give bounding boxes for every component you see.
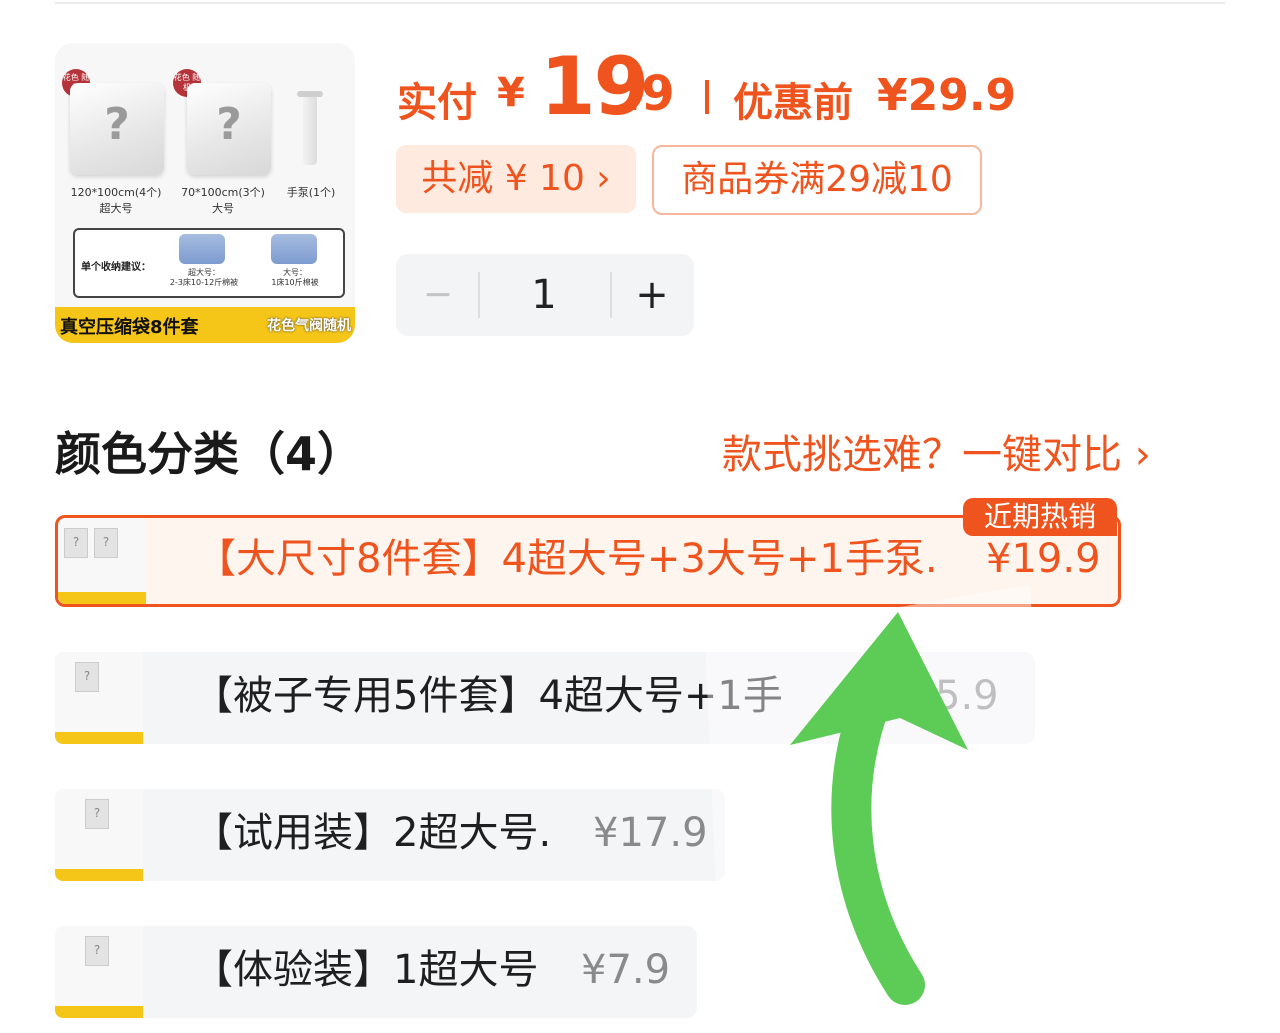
- storage-tip-box: 单个收纳建议： 超大号： 2-3床10-12斤棉被 大号： 1床10斤棉被: [73, 228, 345, 298]
- coupon-chip[interactable]: 商品券满29减10: [652, 145, 982, 215]
- stepper-divider: [478, 272, 480, 318]
- quilt-icon: [179, 234, 225, 264]
- product-image[interactable]: 花色 随机 花色 随机 ? ? 120*100cm(4个) 超大号 70*100…: [55, 43, 355, 343]
- option-thumbnail: ?: [55, 652, 143, 744]
- option-label: 【被子专用5件套】4超大号+1手: [193, 673, 783, 719]
- color-category-title: 颜色分类（4）: [55, 427, 364, 481]
- bag-icon: ?: [85, 799, 109, 829]
- decrease-button[interactable]: −: [414, 254, 462, 336]
- top-divider: [55, 2, 1225, 4]
- vacuum-bag-xl-image: ?: [70, 83, 164, 175]
- option-experience[interactable]: ? 【体验装】1超大号 ¥7.9: [55, 926, 697, 1018]
- original-price-label: 优惠前: [733, 80, 853, 126]
- quantity-stepper: − 1 +: [396, 254, 694, 336]
- pay-label: 实付: [397, 80, 477, 126]
- pay-price-decimal: .9: [623, 66, 675, 122]
- image-banner: 真空压缩袋8件套 花色气阀随机: [55, 307, 355, 343]
- total-discount-button[interactable]: 共减 ¥ 10 ›: [396, 145, 636, 213]
- hand-pump-image: [297, 91, 323, 165]
- banner-main-text: 真空压缩袋8件套: [60, 317, 199, 338]
- option-thumbnail: ? ?: [58, 518, 146, 604]
- option-trial[interactable]: ? 【试用装】2超大号. ¥17.9: [55, 789, 725, 881]
- option-label: 【体验装】1超大号: [193, 947, 539, 993]
- vacuum-bag-l-image: ?: [187, 83, 271, 175]
- option-price: 5.9: [935, 673, 999, 719]
- bag-icon: ?: [85, 936, 109, 966]
- currency-symbol: ¥: [497, 70, 525, 116]
- price-row: 实付 ¥ 19 .9 优惠前 ¥29.9: [397, 40, 1037, 133]
- price-separator: [705, 80, 709, 114]
- option-label: 【试用装】2超大号.: [193, 810, 552, 856]
- banner-sub-text: 花色气阀随机: [267, 318, 351, 334]
- bag-icon: ?: [94, 528, 118, 558]
- quantity-value[interactable]: 1: [496, 254, 592, 336]
- increase-button[interactable]: +: [628, 254, 676, 336]
- original-price: ¥29.9: [877, 70, 1017, 121]
- bag-icon: ?: [64, 528, 88, 558]
- option-quilt-5pc[interactable]: ? 【被子专用5件套】4超大号+1手 5.9: [55, 652, 1035, 744]
- tip-l: 大号： 1床10斤棉被: [271, 268, 319, 287]
- bag-icon: ?: [75, 662, 99, 692]
- option-thumbnail: ?: [55, 926, 143, 1018]
- tip-xl: 超大号： 2-3床10-12斤棉被: [169, 268, 239, 287]
- option-price: ¥17.9: [593, 810, 708, 856]
- option-thumbnail: ?: [55, 789, 143, 881]
- stepper-divider: [610, 272, 612, 318]
- quilt-icon: [271, 234, 317, 264]
- caption-l: 70*100cm(3个) 大号: [181, 186, 265, 215]
- thumbnail-band: [55, 869, 143, 881]
- caption-pump: 手泵(1个): [286, 186, 336, 199]
- option-label: 【大尺寸8件套】4超大号+3大号+1手泵.: [196, 536, 938, 582]
- thumbnail-band: [55, 1006, 143, 1018]
- overlay-sheet: [705, 585, 1050, 980]
- thumbnail-band: [58, 592, 146, 604]
- hot-selling-tag: 近期热销: [963, 498, 1117, 536]
- tip-label: 单个收纳建议：: [81, 262, 151, 273]
- option-large-8pc[interactable]: ? ? 【大尺寸8件套】4超大号+3大号+1手泵. ¥19.9: [55, 515, 1121, 607]
- caption-xl: 120*100cm(4个) 超大号: [70, 186, 162, 215]
- thumbnail-band: [55, 732, 143, 744]
- compare-styles-link[interactable]: 款式挑选难？一键对比 ›: [722, 422, 1151, 480]
- option-price: ¥7.9: [581, 947, 671, 993]
